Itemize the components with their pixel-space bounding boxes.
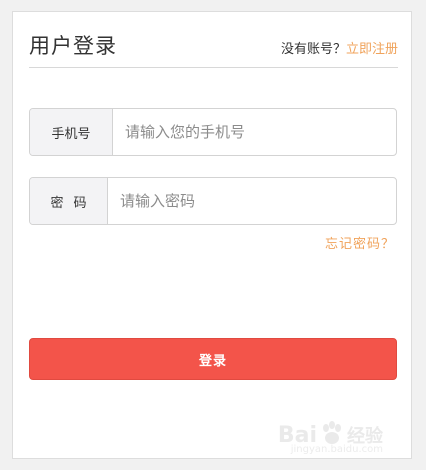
register-prompt: 没有账号？立即注册 — [281, 38, 398, 57]
login-header: 用户登录 没有账号？立即注册 — [29, 26, 398, 68]
paw-icon — [323, 421, 341, 444]
page-title: 用户登录 — [29, 34, 117, 58]
password-input[interactable] — [108, 178, 396, 224]
register-link[interactable]: 立即注册 — [346, 42, 398, 57]
no-account-text: 没有账号？ — [280, 42, 346, 57]
password-field: 密码 — [29, 177, 397, 225]
watermark-url: jingyan.baidu.com — [290, 444, 383, 455]
forgot-password-link[interactable]: 忘记密码？ — [325, 233, 395, 252]
login-button[interactable]: 登录 — [29, 338, 397, 380]
phone-input[interactable] — [113, 109, 396, 155]
login-card: 用户登录 没有账号？立即注册 手机号 密码 忘记密码？ 登录 Bai 经验 ji… — [12, 11, 412, 459]
phone-field: 手机号 — [29, 108, 397, 156]
baidu-jingyan-watermark: Bai 经验 jingyan.baidu.com — [278, 420, 383, 455]
password-label: 密码 — [30, 178, 108, 224]
phone-label: 手机号 — [30, 109, 113, 155]
